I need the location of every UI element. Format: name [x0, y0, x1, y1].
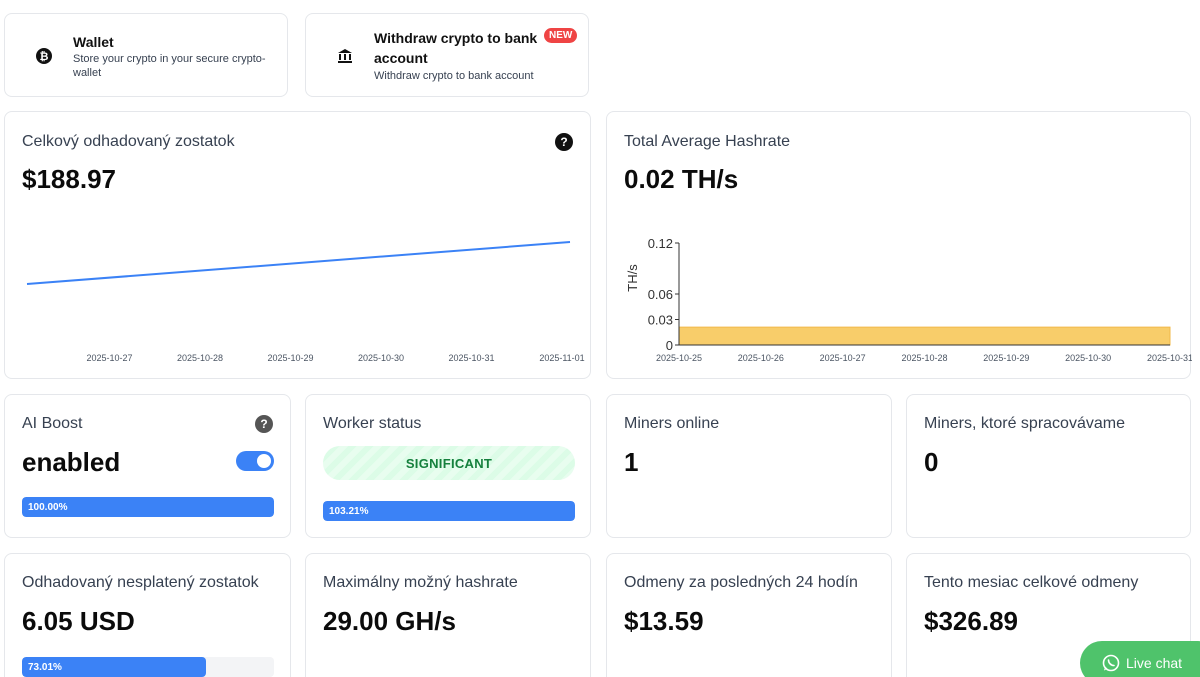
miners-online-title: Miners online — [624, 415, 720, 432]
y-tick-label: 0.06 — [648, 287, 673, 302]
miners-online-value: 1 — [624, 447, 639, 477]
svg-text:₿: ₿ — [40, 51, 49, 63]
ai-boost-value: enabled — [22, 447, 121, 477]
bank-icon — [336, 47, 354, 65]
unpaid-balance-value: 6.05 USD — [22, 606, 135, 636]
hashrate-area — [678, 326, 1171, 346]
bitcoin-icon: ₿ — [35, 47, 53, 65]
y-axis-label: TH/s — [625, 264, 640, 292]
max-hashrate-title: Maximálny možný hashrate — [323, 574, 518, 591]
worker-status-card: Worker status SIGNIFICANT 103.21% — [305, 394, 591, 538]
balance-series-line — [26, 241, 571, 285]
x-tick-label: 2025-10-30 — [1065, 353, 1111, 363]
withdraw-subtitle: Withdraw crypto to bank account — [374, 70, 534, 82]
x-tick-label: 2025-10-28 — [177, 353, 223, 363]
ai-boost-toggle[interactable] — [236, 451, 274, 471]
x-tick-label: 2025-10-27 — [820, 353, 866, 363]
worker-status-progress-fill: 103.21% — [323, 501, 575, 521]
x-tick-label: 2025-10-31 — [1147, 353, 1192, 363]
x-tick-label: 2025-10-30 — [358, 353, 404, 363]
x-tick-label: 2025-10-31 — [448, 353, 494, 363]
miners-processing-card: Miners, ktoré spracovávame 0 — [906, 394, 1191, 538]
new-badge: NEW — [544, 28, 578, 43]
worker-status-progress: 103.21% — [323, 501, 575, 521]
whatsapp-icon — [1102, 654, 1120, 672]
x-tick-label: 2025-10-27 — [86, 353, 132, 363]
x-tick-label: 2025-10-29 — [983, 353, 1029, 363]
ai-boost-progress-fill: 100.00% — [22, 497, 274, 517]
y-tick-label: 0.12 — [648, 236, 673, 251]
max-hashrate-card: Maximálny možný hashrate 29.00 GH/s — [305, 553, 591, 677]
live-chat-button[interactable]: Live chat — [1080, 641, 1200, 677]
wallet-subtitle: Store your crypto in your secure crypto-… — [73, 53, 266, 79]
unpaid-balance-card: Odhadovaný nesplatený zostatok 6.05 USD … — [4, 553, 291, 677]
x-tick-label: 2025-10-26 — [738, 353, 784, 363]
worker-status-title: Worker status — [323, 415, 422, 432]
miners-processing-value: 0 — [924, 447, 939, 477]
rewards-24h-title: Odmeny za posledných 24 hodín — [624, 574, 858, 591]
x-tick-label: 2025-10-28 — [901, 353, 947, 363]
max-hashrate-value: 29.00 GH/s — [323, 606, 456, 636]
ai-boost-progress: 100.00% — [22, 497, 274, 517]
wallet-title: Wallet — [73, 34, 114, 50]
worker-status-badge: SIGNIFICANT — [323, 446, 575, 480]
withdraw-card[interactable]: Withdraw crypto to bank account NEW With… — [305, 13, 589, 97]
x-tick-label: 2025-10-29 — [267, 353, 313, 363]
hashrate-card: Total Average Hashrate 0.02 TH/s 0 0.03 0.… — [606, 111, 1192, 379]
y-tick-label: 0.03 — [648, 313, 673, 328]
x-tick-label: 2025-11-01 — [539, 353, 584, 363]
toggle-knob — [257, 454, 271, 468]
month-rewards-title: Tento mesiac celkové odmeny — [924, 574, 1139, 591]
unpaid-balance-progress-fill: 73.01% — [22, 657, 206, 677]
balance-card: Celkový odhadovaný zostatok ? $188.97 20… — [4, 111, 591, 379]
live-chat-label: Live chat — [1126, 655, 1183, 671]
wallet-card[interactable]: ₿ Wallet Store your crypto in your secur… — [4, 13, 288, 97]
withdraw-title: Withdraw crypto to bank account — [374, 30, 538, 66]
miners-online-card: Miners online 1 — [606, 394, 892, 538]
unpaid-balance-title: Odhadovaný nesplatený zostatok — [22, 574, 259, 591]
help-icon[interactable]: ? — [255, 415, 273, 433]
ai-boost-title: AI Boost — [22, 415, 83, 432]
rewards-24h-card: Odmeny za posledných 24 hodín $13.59 — [606, 553, 892, 677]
month-rewards-value: $326.89 — [924, 606, 1018, 636]
ai-boost-card: AI Boost ? enabled 100.00% — [4, 394, 291, 538]
miners-processing-title: Miners, ktoré spracovávame — [924, 415, 1125, 432]
rewards-24h-value: $13.59 — [624, 606, 704, 636]
y-tick-label: 0 — [666, 338, 673, 353]
x-tick-label: 2025-10-25 — [656, 353, 702, 363]
balance-line-chart: 2025-10-27 2025-10-28 2025-10-29 2025-10-30… — [26, 241, 585, 363]
unpaid-balance-progress: 73.01% — [22, 657, 274, 677]
hashrate-area-chart: 0 0.03 0.06 0.12 TH/s 2025-10-25 2025-10-26 202… — [625, 236, 1192, 363]
